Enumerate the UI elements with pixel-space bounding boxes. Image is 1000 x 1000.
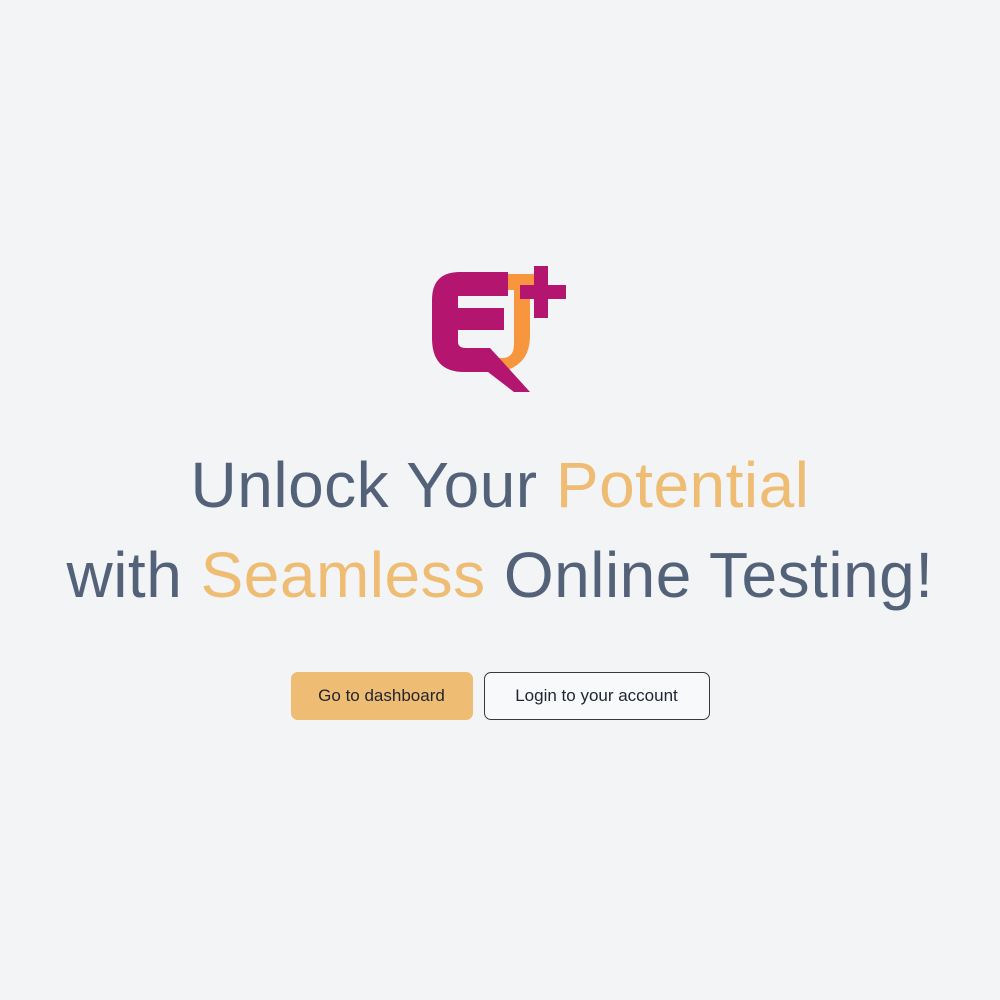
brand-logo-icon <box>432 266 566 392</box>
headline-accent-seamless: Seamless <box>200 539 486 611</box>
headline-text: Online Testing! <box>485 539 934 611</box>
hero-headline: Unlock Your Potential with Seamless Onli… <box>0 440 1000 620</box>
headline-line-1: Unlock Your Potential <box>0 440 1000 530</box>
landing-page: Unlock Your Potential with Seamless Onli… <box>0 0 1000 1000</box>
login-button[interactable]: Login to your account <box>483 672 710 720</box>
go-to-dashboard-button[interactable]: Go to dashboard <box>290 672 473 720</box>
hero-actions: Go to dashboard Login to your account <box>0 672 1000 720</box>
logo-plus-horizontal <box>520 285 566 299</box>
headline-text: with <box>66 539 201 611</box>
headline-text: Unlock Your <box>190 449 556 521</box>
headline-line-2: with Seamless Online Testing! <box>0 530 1000 620</box>
headline-accent-potential: Potential <box>555 449 810 521</box>
